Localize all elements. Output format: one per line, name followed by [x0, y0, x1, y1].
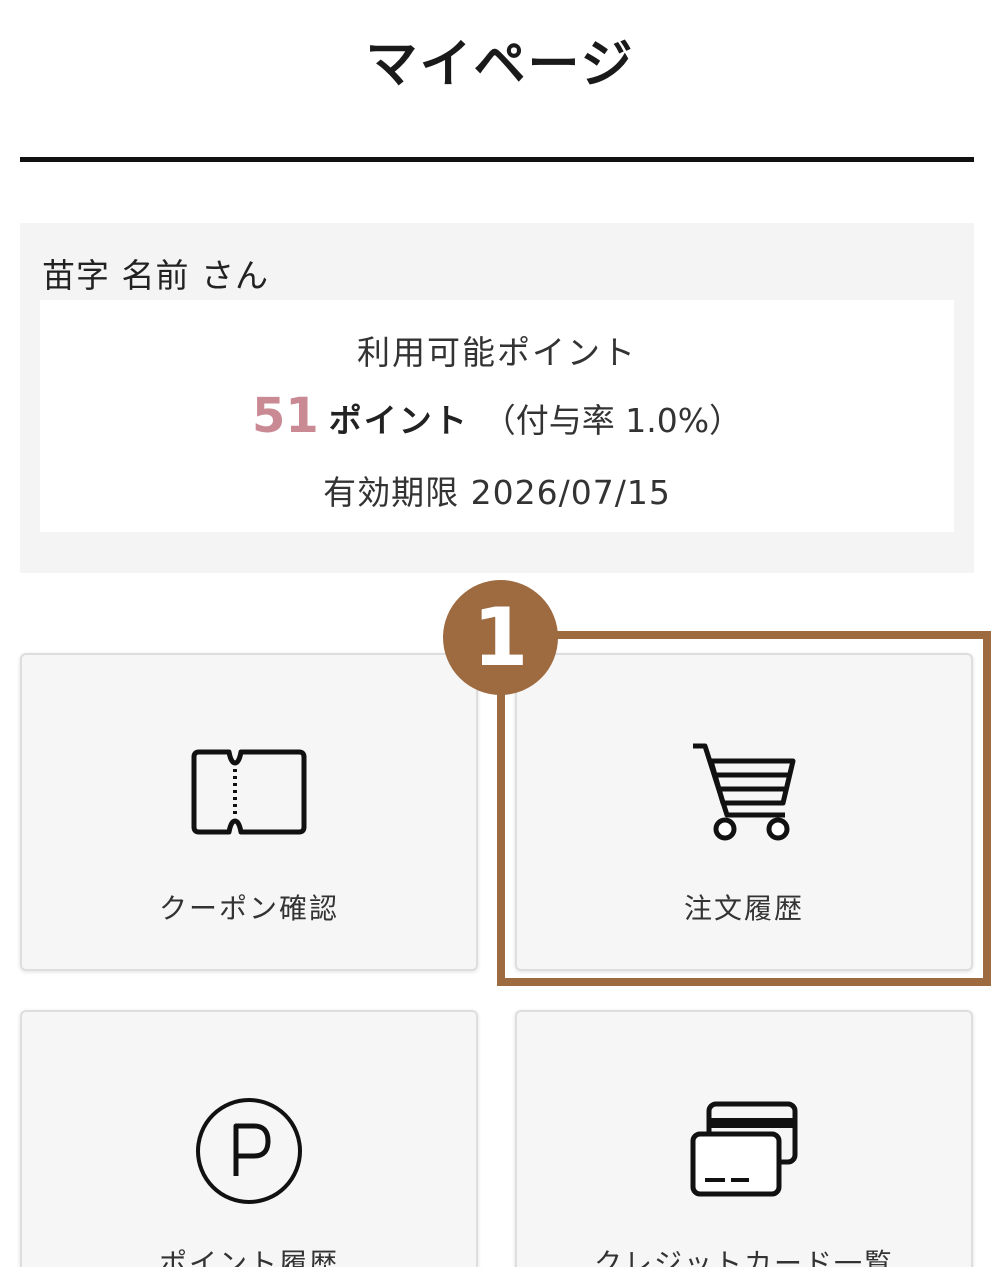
menu-tile-point-history[interactable]: ポイント履歴 — [20, 1010, 478, 1267]
points-unit: ポイント — [328, 401, 469, 440]
menu-tile-coupon[interactable]: クーポン確認 — [20, 653, 478, 971]
title-divider — [20, 157, 974, 162]
points-card: 利用可能ポイント 51 ポイント （付与率 1.0%） 有効期限 2026/07/1… — [40, 300, 954, 532]
points-rate: （付与率 1.0%） — [482, 401, 743, 440]
points-value: 51 — [251, 388, 319, 444]
step-highlight-frame — [497, 631, 991, 986]
menu-tile-label: クレジットカード一覧 — [593, 1247, 894, 1267]
ticket-icon — [191, 749, 307, 839]
member-name: 苗字 名前 さん — [42, 256, 269, 295]
available-points-label: 利用可能ポイント — [357, 333, 637, 372]
point-icon — [194, 1096, 304, 1210]
menu-tile-label: クーポン確認 — [158, 892, 339, 925]
menu-tile-credit-cards[interactable]: クレジットカード一覧 — [515, 1010, 973, 1267]
member-info-panel: 苗字 名前 さん 利用可能ポイント 51 ポイント （付与率 1.0%） 有効期限 … — [20, 223, 974, 573]
my-page: マイページ 苗字 名前 さん 利用可能ポイント 51 ポイント （付与率 1.0%）… — [0, 0, 1000, 1267]
credit-card-icon — [689, 1100, 799, 1202]
points-expiry: 有効期限 2026/07/15 — [323, 473, 671, 512]
page-title: マイページ — [365, 35, 635, 95]
points-row: 51 ポイント （付与率 1.0%） — [40, 388, 954, 444]
menu-tile-label: ポイント履歴 — [158, 1247, 339, 1267]
step-number-badge: 1 — [443, 580, 558, 695]
